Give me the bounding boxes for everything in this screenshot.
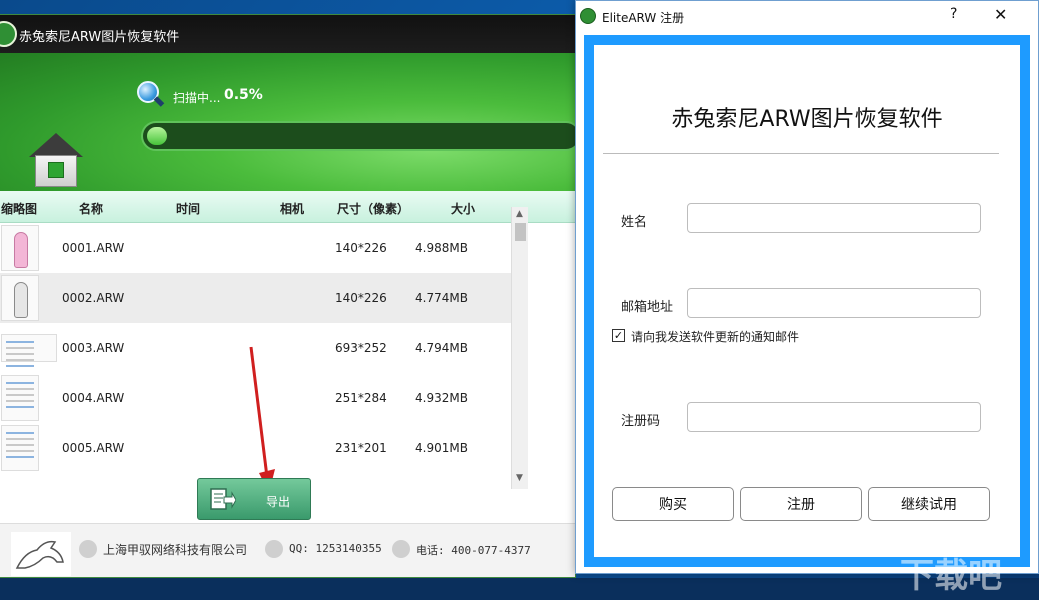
dialog-titlebar: EliteARW 注册 ? ✕	[576, 1, 1038, 31]
cell-dimensions: 140*226	[335, 291, 387, 305]
magnifier-handle	[153, 96, 165, 107]
buy-button[interactable]: 购买	[612, 487, 734, 521]
close-icon[interactable]: ✕	[994, 5, 1007, 24]
cell-dimensions: 693*252	[335, 341, 387, 355]
footer-qq: QQ: 1253140355	[289, 542, 382, 555]
scan-progress-fill	[147, 127, 167, 145]
name-label: 姓名	[621, 215, 648, 230]
qq-icon	[265, 540, 283, 558]
cell-dimensions: 231*201	[335, 441, 387, 455]
red-arrow-annotation-icon	[249, 346, 275, 493]
magnifier-icon	[137, 81, 165, 109]
thumbnail-image	[1, 334, 57, 362]
home-icon-door	[48, 162, 64, 178]
cell-name: 0002.ARW	[62, 291, 125, 305]
thumbnail-image	[1, 425, 39, 471]
cell-size: 4.988MB	[415, 241, 468, 255]
scroll-up-icon[interactable]: ▲	[516, 209, 523, 219]
col-header-dimensions[interactable]: 尺寸（像素）	[337, 200, 409, 217]
scroll-thumb[interactable]	[515, 223, 526, 241]
reg-code-input[interactable]	[687, 402, 981, 432]
phone-icon	[392, 540, 410, 558]
dialog-title: EliteARW 注册	[602, 11, 685, 25]
app-window: 赤兔索尼ARW图片恢复软件 扫描中... 0.5% 缩略图 名称 时间 相机 尺…	[0, 14, 576, 578]
dialog-content: 赤兔索尼ARW图片恢复软件 姓名 邮箱地址 ✓ 请向我发送软件更新的通知邮件 注…	[594, 45, 1020, 557]
newsletter-label: 请向我发送软件更新的通知邮件	[631, 330, 800, 344]
scan-status-text: 扫描中...	[173, 91, 221, 105]
thumbnail-lines	[6, 432, 34, 434]
cell-dimensions: 251*284	[335, 391, 387, 405]
horse-logo-icon	[11, 532, 71, 576]
thumbnail-image	[1, 275, 39, 321]
export-icon	[210, 488, 236, 510]
name-input[interactable]	[687, 203, 981, 233]
col-header-time[interactable]: 时间	[176, 200, 200, 217]
scan-percent: 0.5%	[224, 87, 263, 103]
cell-size: 4.774MB	[415, 291, 468, 305]
dialog-divider	[603, 153, 999, 154]
thumbnail-lines	[6, 382, 34, 384]
footer-bar: 上海甲驭网络科技有限公司 QQ: 1253140355 电话: 400-077-…	[0, 523, 575, 577]
app-logo-icon	[0, 21, 17, 47]
dialog-logo-icon	[580, 8, 596, 24]
cell-dimensions: 140*226	[335, 241, 387, 255]
col-header-thumbnail[interactable]: 缩略图	[1, 200, 37, 217]
export-button[interactable]: 导出	[197, 478, 311, 520]
table-scrollbar[interactable]: ▲ ▼	[511, 207, 528, 489]
thumbnail-image	[1, 375, 39, 421]
scan-progress-bar	[141, 121, 575, 151]
footer-phone: 电话: 400-077-4377	[416, 544, 531, 557]
col-header-name[interactable]: 名称	[79, 200, 103, 217]
cell-name: 0001.ARW	[62, 241, 125, 255]
cell-name: 0004.ARW	[62, 391, 125, 405]
thumbnail-figure	[14, 282, 28, 318]
table-row[interactable]: 0002.ARW 140*226 4.774MB	[0, 273, 511, 323]
export-label: 导出	[266, 495, 291, 509]
table-row[interactable]: 0001.ARW 140*226 4.988MB	[0, 223, 511, 273]
email-input[interactable]	[687, 288, 981, 318]
home-icon	[29, 133, 83, 157]
dialog-heading: 赤兔索尼ARW图片恢复软件	[671, 107, 943, 132]
scroll-down-icon[interactable]: ▼	[516, 473, 523, 483]
continue-trial-button[interactable]: 继续试用	[868, 487, 990, 521]
cell-size: 4.932MB	[415, 391, 468, 405]
cell-name: 0003.ARW	[62, 341, 125, 355]
cell-size: 4.901MB	[415, 441, 468, 455]
app-title: 赤兔索尼ARW图片恢复软件	[19, 30, 180, 45]
register-button[interactable]: 注册	[740, 487, 862, 521]
register-dialog: EliteARW 注册 ? ✕ 赤兔索尼ARW图片恢复软件 姓名 邮箱地址 ✓ …	[575, 0, 1039, 574]
thumbnail-lines	[6, 341, 34, 343]
dialog-frame: 赤兔索尼ARW图片恢复软件 姓名 邮箱地址 ✓ 请向我发送软件更新的通知邮件 注…	[584, 35, 1030, 567]
cell-size: 4.794MB	[415, 341, 468, 355]
footer-company: 上海甲驭网络科技有限公司	[103, 543, 248, 557]
thumbnail-image	[1, 225, 39, 271]
email-label: 邮箱地址	[621, 300, 674, 315]
thumbnail-figure	[14, 232, 28, 268]
table-header: 缩略图 名称 时间 相机 尺寸（像素） 大小	[0, 191, 575, 223]
cell-name: 0005.ARW	[62, 441, 125, 455]
home-button[interactable]	[29, 133, 83, 189]
newsletter-checkbox[interactable]: ✓	[612, 329, 625, 342]
taskbar	[0, 578, 1039, 600]
building-icon	[79, 540, 97, 558]
app-titlebar: 赤兔索尼ARW图片恢复软件	[0, 15, 575, 53]
col-header-camera[interactable]: 相机	[280, 200, 304, 217]
reg-code-label: 注册码	[621, 414, 661, 429]
watermark-logo: 下载吧	[900, 556, 1002, 596]
col-header-size[interactable]: 大小	[451, 200, 475, 217]
help-icon[interactable]: ?	[950, 6, 957, 22]
